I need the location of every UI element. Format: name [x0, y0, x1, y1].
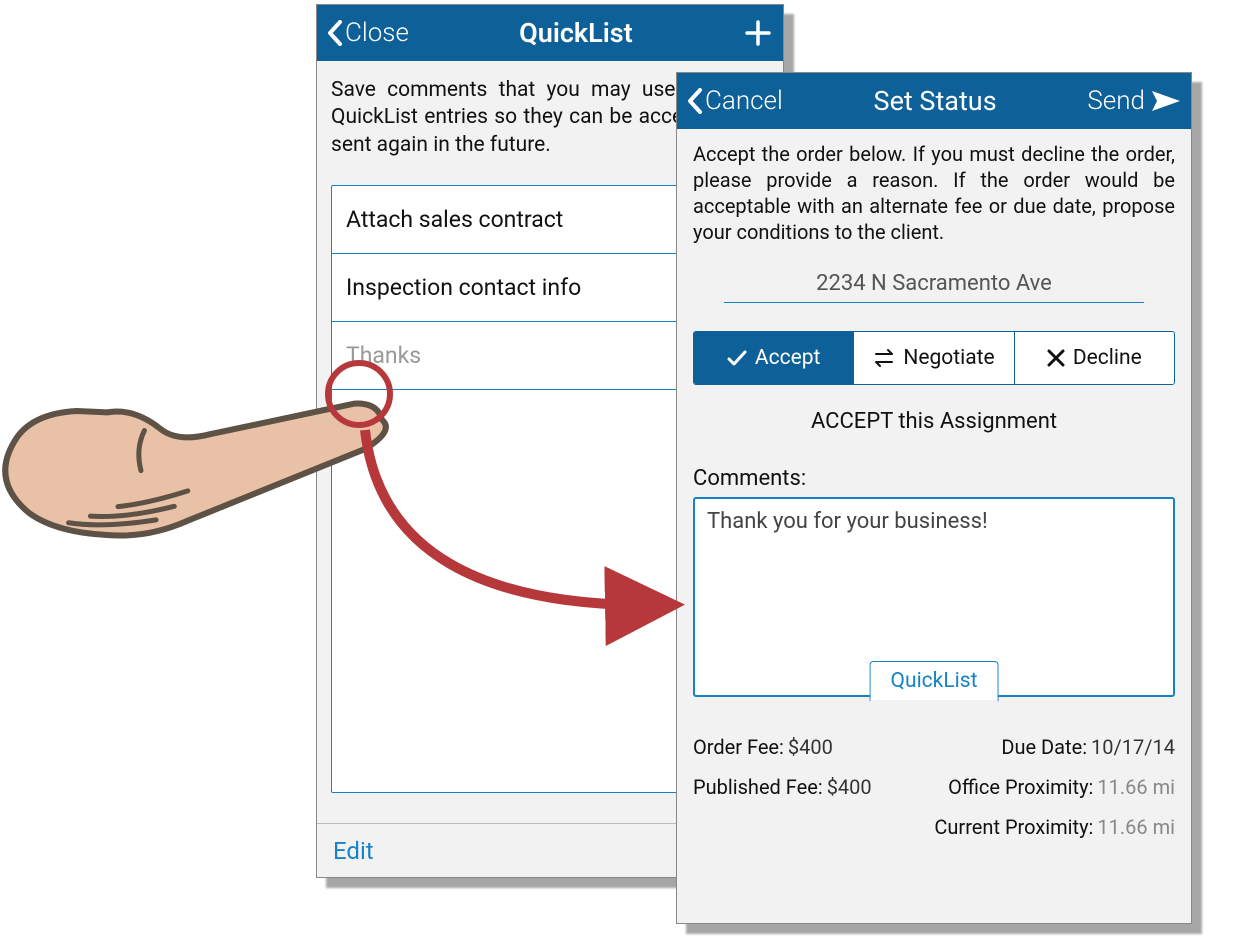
cancel-label: Cancel: [705, 86, 783, 116]
close-label: Close: [345, 18, 409, 48]
due-date-label: Due Date:: [1001, 727, 1087, 767]
quicklist-header: Close QuickList: [317, 5, 783, 61]
current-proximity: Current Proximity: 11.66 mi: [934, 807, 1175, 847]
plus-icon: [743, 18, 773, 48]
accept-assignment-text: ACCEPT this Assignment: [693, 409, 1175, 434]
office-proximity-value: 11.66 mi: [1097, 767, 1175, 807]
comments-label: Comments:: [693, 466, 1175, 491]
address-field[interactable]: 2234 N Sacramento Ave: [724, 271, 1144, 303]
decline-button[interactable]: Decline: [1015, 332, 1174, 384]
published-fee-value: $400: [827, 767, 872, 807]
set-status-screen: Cancel Set Status Send Accept the order …: [676, 72, 1192, 924]
set-status-title: Set Status: [874, 85, 997, 117]
due-date-value: 10/17/14: [1091, 727, 1175, 767]
action-segmented-control: Accept Negotiate Decline: [693, 331, 1175, 385]
edit-label: Edit: [333, 837, 374, 865]
order-fee-label: Order Fee:: [693, 727, 784, 767]
swap-icon: [873, 348, 895, 368]
set-status-description: Accept the order below. If you must decl…: [693, 141, 1175, 245]
office-proximity-label: Office Proximity:: [948, 767, 1093, 807]
order-info: Order Fee: $400 Due Date: 10/17/14 Publi…: [693, 727, 1175, 847]
current-proximity-value: 11.66 mi: [1097, 807, 1175, 847]
close-button[interactable]: Close: [327, 18, 409, 48]
set-status-header: Cancel Set Status Send: [677, 73, 1191, 129]
check-icon: [727, 349, 747, 367]
current-proximity-label: Current Proximity:: [934, 807, 1093, 847]
published-fee-label: Published Fee:: [693, 767, 823, 807]
published-fee: Published Fee: $400: [693, 767, 872, 807]
send-icon: [1151, 89, 1181, 113]
accept-button[interactable]: Accept: [694, 332, 854, 384]
close-icon: [1047, 349, 1065, 367]
negotiate-button[interactable]: Negotiate: [854, 332, 1014, 384]
due-date: Due Date: 10/17/14: [1001, 727, 1175, 767]
add-button[interactable]: [743, 18, 773, 48]
office-proximity: Office Proximity: 11.66 mi: [948, 767, 1175, 807]
accept-label: Accept: [755, 346, 820, 370]
list-item-label: Attach sales contract: [346, 206, 563, 233]
send-button[interactable]: Send: [1087, 86, 1181, 116]
decline-label: Decline: [1073, 346, 1142, 370]
negotiate-label: Negotiate: [903, 346, 994, 370]
quicklist-title: QuickList: [519, 17, 633, 49]
order-fee: Order Fee: $400: [693, 727, 833, 767]
order-fee-value: $400: [788, 727, 833, 767]
cancel-button[interactable]: Cancel: [687, 86, 783, 116]
quicklist-tab-button[interactable]: QuickList: [870, 661, 999, 702]
list-item-label: Thanks: [346, 342, 421, 369]
chevron-left-icon: [687, 88, 703, 114]
chevron-left-icon: [327, 20, 343, 46]
list-item-label: Inspection contact info: [346, 274, 581, 301]
send-label: Send: [1087, 86, 1145, 116]
